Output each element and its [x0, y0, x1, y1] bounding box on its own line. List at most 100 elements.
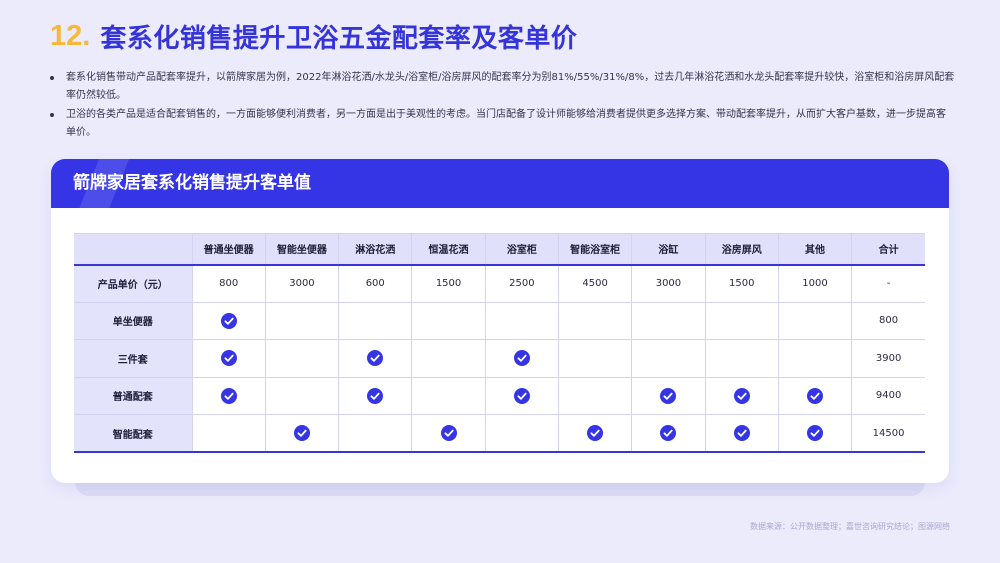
page-title: 12. 套系化销售提升卫浴五金配套率及客单价 [50, 16, 577, 56]
table-cell [338, 301, 413, 340]
check-circle-icon [513, 350, 530, 367]
table-cell [777, 301, 853, 340]
total-cell: 800 [851, 301, 925, 340]
row-label: 智能配套 [74, 414, 193, 453]
check-circle-icon [660, 387, 677, 404]
table-cell [484, 414, 559, 453]
price-cell: - [851, 264, 925, 303]
price-cell: 4500 [557, 264, 633, 303]
table-cell [411, 339, 486, 378]
price-cell: 3000 [631, 264, 706, 303]
table-cell [191, 376, 266, 415]
check-circle-icon [733, 425, 750, 441]
table-cell [264, 414, 340, 453]
table-cell [484, 339, 559, 378]
table-cell [338, 414, 413, 453]
table-cell [704, 376, 779, 415]
column-header: 合计 [851, 233, 925, 266]
check-circle-icon [220, 350, 237, 367]
column-header: 其他 [777, 233, 853, 266]
section-title: 套系化销售提升卫浴五金配套率及客单价 [100, 23, 578, 54]
table-cell [704, 339, 779, 378]
table-cell [557, 339, 633, 378]
check-circle-icon [367, 387, 384, 404]
row-label: 普通配套 [74, 376, 193, 415]
table-header-row: 普通坐便器 智能坐便器 淋浴花洒 恒温花洒 浴室柜 智能浴室柜 浴缸 浴房屏风 其他 合计 [74, 233, 925, 266]
check-circle-icon [513, 387, 530, 404]
column-header: 智能浴室柜 [557, 233, 633, 266]
price-cell: 1500 [704, 264, 779, 303]
row-label: 单坐便器 [74, 301, 193, 340]
table-cell [484, 376, 559, 415]
table-row-price: 产品单价（元） 800 3000 600 1500 2500 4500 3000 1500 100… [74, 264, 925, 303]
table-cell [557, 301, 633, 340]
column-header: 浴缸 [631, 233, 706, 266]
table-row: 三件套 3900 [74, 339, 925, 378]
table-cell [484, 301, 559, 340]
total-cell: 14500 [851, 414, 925, 453]
table-row: 单坐便器 800 [74, 301, 925, 340]
table-cell [777, 414, 853, 453]
column-header: 浴室柜 [484, 233, 559, 266]
column-header: 淋浴花洒 [338, 233, 413, 266]
check-circle-icon [220, 387, 237, 404]
check-circle-icon [807, 387, 824, 404]
package-table: 普通坐便器 智能坐便器 淋浴花洒 恒温花洒 浴室柜 智能浴室柜 浴缸 浴房屏风 其他 合计 产品单… [74, 233, 925, 453]
table-cell [777, 339, 853, 378]
row-label: 产品单价（元） [74, 264, 193, 303]
check-circle-icon [807, 425, 824, 441]
table-cell [631, 414, 706, 453]
price-cell: 800 [191, 264, 266, 303]
table-cell [191, 414, 266, 453]
table-cell [264, 376, 340, 415]
table-cell [264, 339, 340, 378]
section-number: 12. [50, 19, 91, 52]
table-cell [704, 414, 779, 453]
table-cell [704, 301, 779, 340]
row-label: 三件套 [74, 339, 193, 378]
table-cell [338, 339, 413, 378]
price-cell: 2500 [484, 264, 559, 303]
table-card: 箭牌家居套系化销售提升客单值 普通坐便器 智能坐便器 淋浴花洒 恒温花洒 浴室柜 智能浴室… [51, 159, 949, 483]
source-footnote: 数据来源：公开数据整理；嘉世咨询研究结论；图源网络 [750, 522, 950, 531]
check-circle-icon [293, 425, 310, 441]
price-cell: 3000 [264, 264, 340, 303]
table-cell [631, 376, 706, 415]
table-cell [411, 376, 486, 415]
check-circle-icon [220, 312, 237, 329]
total-cell: 9400 [851, 376, 925, 415]
table-cell [411, 414, 486, 453]
card-title: 箭牌家居套系化销售提升客单值 [73, 173, 311, 193]
price-cell: 600 [338, 264, 413, 303]
card-shadow [75, 482, 925, 496]
table-cell [411, 301, 486, 340]
table-cell [557, 376, 633, 415]
table-cell [777, 376, 853, 415]
check-circle-icon [660, 425, 677, 441]
check-circle-icon [587, 425, 604, 441]
bullet-item: 套系化销售带动产品配套率提升，以箭牌家居为例，2022年淋浴花洒/水龙头/浴室柜… [50, 69, 955, 105]
table-corner-cell [74, 233, 193, 266]
check-circle-icon [440, 425, 457, 441]
table-cell [191, 339, 266, 378]
column-header: 智能坐便器 [264, 233, 340, 266]
column-header: 普通坐便器 [191, 233, 266, 266]
check-circle-icon [733, 387, 750, 404]
card-header: 箭牌家居套系化销售提升客单值 [51, 159, 949, 208]
column-header: 浴房屏风 [704, 233, 779, 266]
table-cell [191, 301, 266, 340]
table-cell [264, 301, 340, 340]
table-cell [338, 376, 413, 415]
check-circle-icon [367, 350, 384, 367]
price-cell: 1500 [411, 264, 486, 303]
table-row: 普通配套 9400 [74, 376, 925, 415]
bullet-item: 卫浴的各类产品是适合配套销售的，一方面能够便利消费者，另一方面是出于美观性的考虑… [50, 106, 955, 142]
table-cell [631, 301, 706, 340]
column-header: 恒温花洒 [411, 233, 486, 266]
table-cell [631, 339, 706, 378]
table-cell [557, 414, 633, 453]
bullet-list: 套系化销售带动产品配套率提升，以箭牌家居为例，2022年淋浴花洒/水龙头/浴室柜… [50, 69, 955, 143]
total-cell: 3900 [851, 339, 925, 378]
price-cell: 1000 [777, 264, 853, 303]
table-row: 智能配套 14500 [74, 414, 925, 453]
